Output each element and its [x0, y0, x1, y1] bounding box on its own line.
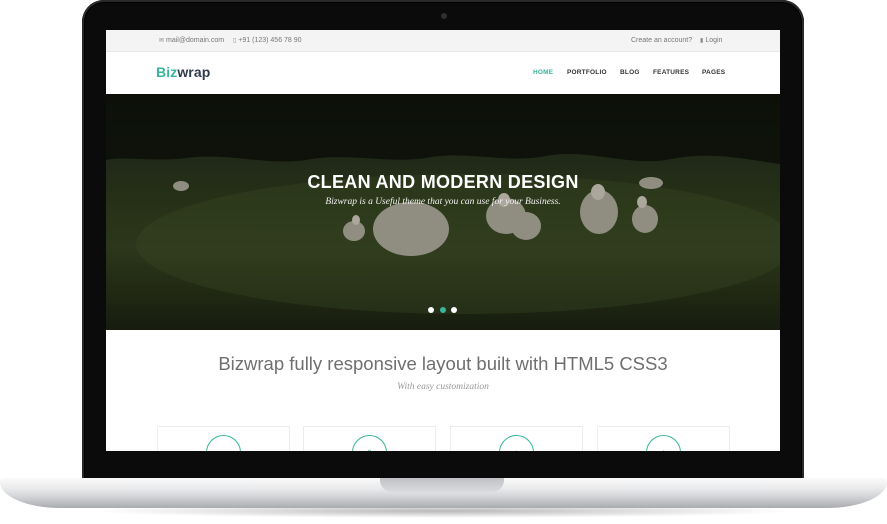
feature-icon-circle: ▭	[206, 435, 241, 451]
nav-pages[interactable]: PAGES	[702, 69, 725, 76]
main-navbar: Bizwrap HOME PORTFOLIO BLOG FEATURES PAG…	[106, 52, 780, 93]
slider-dot-2[interactable]	[440, 307, 446, 313]
feature-card[interactable]: ♦	[450, 426, 583, 451]
camera-icon	[441, 13, 447, 19]
email-link[interactable]: ✉ mail@domain.com	[159, 37, 224, 44]
lock-icon: ▮	[700, 38, 704, 44]
plus-icon: +	[647, 448, 680, 451]
envelope-icon: ✉	[159, 38, 165, 44]
top-bar: ✉ mail@domain.com ▯ +91 (123) 456 78 90 Cr…	[106, 30, 780, 52]
nav-features[interactable]: FEATURES	[653, 69, 689, 76]
twitter-icon: ♦	[500, 448, 533, 451]
phone-link[interactable]: ▯ +91 (123) 456 78 90	[233, 37, 302, 44]
site-logo[interactable]: Bizwrap	[156, 64, 210, 80]
feature-card[interactable]: ▭	[157, 426, 290, 451]
nav-portfolio[interactable]: PORTFOLIO	[567, 69, 607, 76]
nav-blog[interactable]: BLOG	[620, 69, 640, 76]
mobile-icon: ▯	[353, 448, 386, 451]
feature-card[interactable]: +	[597, 426, 730, 451]
hero-title: CLEAN AND MODERN DESIGN	[307, 172, 579, 192]
nav-home[interactable]: HOME	[533, 69, 553, 76]
section-title: Bizwrap fully responsive layout built wi…	[218, 353, 668, 374]
slider-dot-3[interactable]	[451, 307, 457, 313]
monitor-icon: ▭	[207, 448, 240, 451]
login-link[interactable]: ▮ Login	[700, 37, 722, 44]
create-account-link[interactable]: Create an account?	[631, 37, 692, 44]
slider-dot-1[interactable]	[428, 307, 434, 313]
laptop-screen: ✉ mail@domain.com ▯ +91 (123) 456 78 90 Cr…	[106, 30, 780, 451]
hero-slider: CLEAN AND MODERN DESIGN Bizwrap is a Use…	[106, 94, 780, 330]
feature-icon-circle: +	[646, 435, 681, 451]
phone-icon: ▯	[233, 38, 237, 44]
feature-icon-circle: ▯	[352, 435, 387, 451]
laptop-notch	[380, 478, 504, 492]
feature-card[interactable]: ▯	[303, 426, 436, 451]
hero-subtitle: Bizwrap is a Useful theme that you can u…	[325, 197, 561, 207]
hero-background-image	[106, 94, 780, 330]
section-subtitle: With easy customization	[397, 382, 489, 392]
feature-icon-circle: ♦	[499, 435, 534, 451]
